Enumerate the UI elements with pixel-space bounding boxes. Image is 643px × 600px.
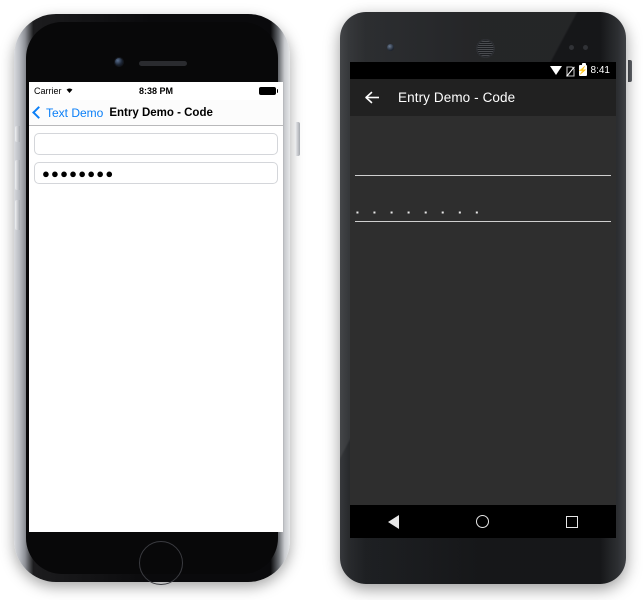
battery-charging-icon: ⚡ <box>577 63 588 76</box>
page-title: Entry Demo - Code <box>398 90 516 105</box>
android-device: ⚡ 8:41 Entry Demo - Code ▪ ▪ ▪ ▪ ▪ ▪ ▪ ▪ <box>336 10 634 590</box>
earpiece-speaker-icon <box>139 61 187 66</box>
power-button[interactable] <box>295 122 300 156</box>
ios-clock: 8:38 PM <box>138 86 173 96</box>
ios-content-area: ●●●●●●●● <box>29 126 283 184</box>
entry-password[interactable]: ▪ ▪ ▪ ▪ ▪ ▪ ▪ ▪ <box>355 190 611 222</box>
arrow-left-icon[interactable] <box>364 89 381 106</box>
volume-down-button[interactable] <box>15 200 20 230</box>
android-app-bar: Entry Demo - Code <box>350 79 616 116</box>
square-recents-icon[interactable] <box>565 515 578 528</box>
mute-switch-button[interactable] <box>15 126 20 142</box>
ios-status-bar: Carrier 8:38 PM <box>29 82 283 100</box>
triangle-back-icon[interactable] <box>388 514 400 529</box>
chevron-left-icon <box>32 106 45 119</box>
android-status-bar: ⚡ 8:41 <box>350 62 616 79</box>
android-content-area: ▪ ▪ ▪ ▪ ▪ ▪ ▪ ▪ <box>350 116 616 222</box>
entry-password[interactable]: ●●●●●●●● <box>34 162 278 184</box>
power-button[interactable] <box>628 60 632 82</box>
no-sim-icon <box>565 65 575 77</box>
volume-up-button[interactable] <box>15 160 20 190</box>
entry-plain[interactable] <box>34 133 278 155</box>
page-title: Entry Demo - Code <box>109 106 213 119</box>
back-button-label: Text Demo <box>46 105 104 120</box>
iphone-device: Carrier 8:38 PM Text Demo Entry Demo - C… <box>8 12 300 588</box>
earpiece-speaker-icon <box>476 39 495 58</box>
entry-password-value: ▪ ▪ ▪ ▪ ▪ ▪ ▪ ▪ <box>356 208 485 217</box>
front-camera-icon <box>115 58 123 66</box>
circle-home-icon[interactable] <box>475 515 489 528</box>
entry-password-value: ●●●●●●●● <box>42 165 115 181</box>
back-button[interactable]: Text Demo <box>32 105 104 120</box>
light-sensor-icon <box>583 45 588 50</box>
ios-nav-bar: Text Demo Entry Demo - Code <box>29 100 283 126</box>
android-navigation-bar <box>350 505 616 538</box>
proximity-sensor-icon <box>569 45 574 50</box>
android-screen: ⚡ 8:41 Entry Demo - Code ▪ ▪ ▪ ▪ ▪ ▪ ▪ ▪ <box>350 62 616 538</box>
home-button-icon[interactable] <box>139 541 183 585</box>
front-camera-icon <box>387 44 394 51</box>
entry-plain[interactable] <box>355 144 611 176</box>
android-clock: 8:41 <box>590 65 610 76</box>
ios-screen: Carrier 8:38 PM Text Demo Entry Demo - C… <box>29 82 283 532</box>
wifi-icon <box>549 66 562 75</box>
